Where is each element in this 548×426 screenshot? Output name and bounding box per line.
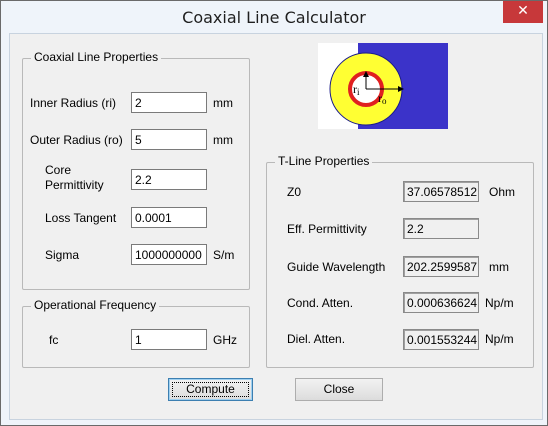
core-permittivity-label: Core Permittivity <box>45 163 104 192</box>
z0-output: 37.06578512 <box>403 181 479 202</box>
fc-label: fc <box>49 333 59 347</box>
operational-frequency-legend: Operational Frequency <box>31 298 160 312</box>
close-button[interactable]: Close <box>295 378 383 401</box>
fc-unit: GHz <box>213 333 237 347</box>
outer-radius-label: Outer Radius (ro) <box>30 133 123 147</box>
coax-properties-legend: Coaxial Line Properties <box>31 50 162 64</box>
close-button-label: Close <box>323 382 355 396</box>
tline-properties-legend: T-Line Properties <box>275 154 373 168</box>
coax-properties-group: Coaxial Line Properties Inner Radius (ri… <box>22 50 250 290</box>
guide-wavelength-unit: mm <box>489 260 509 274</box>
focus-rectangle <box>172 382 249 397</box>
window-close-button[interactable]: ✕ <box>503 1 543 23</box>
cond-atten-unit: Np/m <box>485 296 514 310</box>
core-permittivity-input[interactable]: 2.2 <box>131 169 207 190</box>
guide-wavelength-label: Guide Wavelength <box>287 260 386 274</box>
inner-radius-unit: mm <box>213 96 233 110</box>
z0-unit: Ohm <box>489 185 516 199</box>
sigma-input[interactable]: 1000000000 <box>131 244 207 265</box>
coax-cross-section-image: ri ro <box>329 43 448 129</box>
cond-atten-output: 0.000636624 <box>403 292 479 313</box>
window-title: Coaxial Line Calculator <box>182 8 366 27</box>
z0-label: Z0 <box>287 185 302 199</box>
sigma-label: Sigma <box>45 248 80 262</box>
diel-atten-output: 0.001553244 <box>403 329 479 350</box>
inner-radius-input[interactable]: 2 <box>131 92 207 113</box>
close-icon: ✕ <box>517 3 529 19</box>
title-bar: Coaxial Line Calculator ✕ <box>1 1 547 35</box>
operational-frequency-group: Operational Frequency fc 1 GHz <box>22 298 250 368</box>
fc-input[interactable]: 1 <box>131 329 207 350</box>
cond-atten-label: Cond. Atten. <box>287 296 354 310</box>
guide-wavelength-output: 202.2599587 <box>403 256 479 277</box>
loss-tangent-label: Loss Tangent <box>45 211 117 225</box>
outer-radius-unit: mm <box>213 133 233 147</box>
dialog-body: Coaxial Line Properties Inner Radius (ri… <box>9 33 543 420</box>
compute-button[interactable]: Compute <box>168 378 253 401</box>
eff-permittivity-output: 2.2 <box>403 218 479 239</box>
diel-atten-unit: Np/m <box>485 332 514 346</box>
coax-diagram: ri ro <box>318 43 448 129</box>
dialog-window: Coaxial Line Calculator ✕ Coaxial Line P… <box>0 0 548 426</box>
tline-properties-group: T-Line Properties Z0 37.06578512 Ohm Eff… <box>266 154 534 368</box>
eff-permittivity-label: Eff. Permittivity <box>287 222 367 236</box>
inner-radius-label: Inner Radius (ri) <box>30 96 117 110</box>
sigma-unit: S/m <box>213 248 235 262</box>
loss-tangent-input[interactable]: 0.0001 <box>131 207 207 228</box>
outer-radius-input[interactable]: 5 <box>131 129 207 150</box>
diel-atten-label: Diel. Atten. <box>287 332 346 346</box>
